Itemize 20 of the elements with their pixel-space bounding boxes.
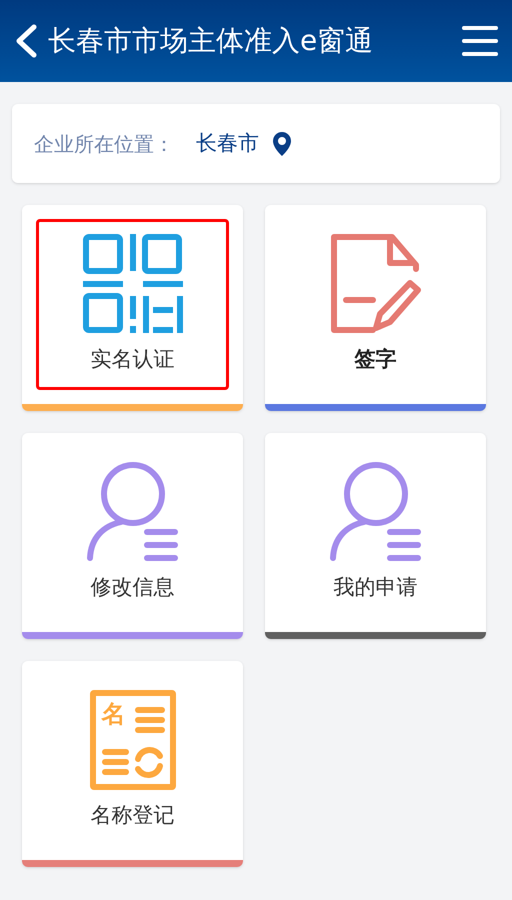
feature-tile[interactable]: 名 名称登记	[22, 661, 243, 867]
feature-tile[interactable]: 我的申请	[265, 433, 486, 639]
tile-label: 我的申请	[334, 574, 418, 601]
tile-label: 签字	[354, 346, 396, 373]
location-value[interactable]: 长春市	[196, 128, 259, 160]
location-label: 企业所在位置：	[34, 130, 174, 158]
name-document-icon: 名	[90, 690, 176, 790]
page-title: 长春市市场主体准入e窗通	[48, 23, 374, 59]
feature-tile[interactable]: 签字	[265, 205, 486, 411]
location-pin-icon[interactable]	[273, 132, 291, 156]
user-list-icon	[84, 462, 180, 562]
tile-label: 实名认证	[90, 346, 174, 373]
user-list-icon	[328, 462, 424, 562]
menu-icon[interactable]	[462, 25, 498, 57]
qr-code-icon	[82, 234, 182, 334]
back-icon[interactable]	[14, 24, 38, 58]
feature-tile[interactable]: 实名认证	[22, 205, 243, 411]
tile-label: 修改信息	[90, 574, 174, 601]
feature-tile[interactable]: 修改信息	[22, 433, 243, 639]
tile-label: 名称登记	[90, 802, 174, 829]
